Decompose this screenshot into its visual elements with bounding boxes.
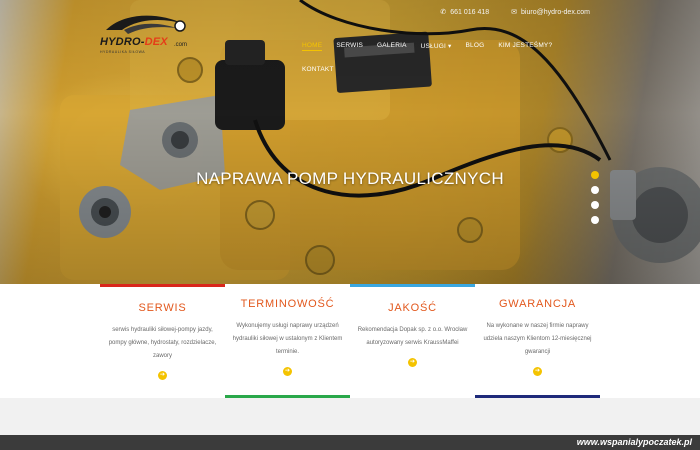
hero-slider: ✆ 661 016 418 ✉ biuro@hydro-dex.com HYDRO-… <box>0 0 700 284</box>
feature-title: SERWIS <box>138 302 187 314</box>
logo-wordmark: HYDRO-DEX <box>100 36 168 48</box>
nav-item-uslugi[interactable]: USŁUGI ▾ <box>421 42 452 51</box>
footer-bar: www.wspanialypoczatek.pl <box>0 435 700 450</box>
nav-item-serwis[interactable]: SERWIS <box>336 42 363 51</box>
nav-item-blog[interactable]: BLOG <box>466 42 485 51</box>
site-logo[interactable]: HYDRO-DEX .com HYDRAULIKA SIŁOWA <box>100 12 192 54</box>
nav-item-galeria[interactable]: GALERIA <box>377 42 407 51</box>
chevron-down-icon: ▾ <box>448 43 452 50</box>
feature-accent-bar <box>100 284 225 287</box>
slider-dot-1[interactable] <box>591 171 599 179</box>
logo-subtitle: HYDRAULIKA SIŁOWA <box>100 50 146 54</box>
logo-name-part1: HYDRO- <box>100 36 145 48</box>
arrow-right-icon[interactable]: ➔ <box>533 367 542 376</box>
feature-card-gwarancja: GWARANCJA Na wykonane w naszej firmie na… <box>475 284 600 398</box>
phone-number: 661 016 418 <box>450 9 490 16</box>
feature-text: serwis hydrauliki siłowej-pompy jazdy, p… <box>108 327 217 359</box>
feature-title: JAKOŚĆ <box>388 302 437 314</box>
slider-dot-3[interactable] <box>591 201 599 209</box>
feature-card-serwis: SERWIS serwis hydrauliki siłowej-pompy j… <box>100 284 225 398</box>
nav-item-kim-jestesmy[interactable]: KIM JESTEŚMY? <box>498 42 552 51</box>
email-address: biuro@hydro-dex.com <box>521 9 590 16</box>
main-navigation: HOME SERWIS GALERIA USŁUGI ▾ BLOG KIM JE… <box>302 42 572 73</box>
feature-card-terminowosc: TERMINOWOŚĆ Wykonujemy usługi naprawy ur… <box>225 284 350 398</box>
slider-pagination <box>591 171 599 224</box>
watermark-text: www.wspanialypoczatek.pl <box>576 437 692 447</box>
feature-title: TERMINOWOŚĆ <box>240 298 335 310</box>
arrow-right-icon[interactable]: ➔ <box>283 367 292 376</box>
logo-name-part2: DEX <box>144 36 168 48</box>
phone-icon: ✆ <box>440 9 447 16</box>
logo-domain: .com <box>174 42 188 48</box>
slider-dot-2[interactable] <box>591 186 599 194</box>
features-section: SERWIS serwis hydrauliki siłowej-pompy j… <box>0 284 700 398</box>
nav-item-kontakt[interactable]: KONTAKT <box>302 66 334 73</box>
phone-contact[interactable]: ✆ 661 016 418 <box>440 8 489 16</box>
slider-dot-4[interactable] <box>591 216 599 224</box>
content-spacer <box>0 398 700 435</box>
nav-item-uslugi-label: USŁUGI <box>420 43 447 50</box>
arrow-right-icon[interactable]: ➔ <box>408 358 417 367</box>
top-contact-bar: ✆ 661 016 418 ✉ biuro@hydro-dex.com <box>440 8 590 16</box>
feature-text: Wykonujemy usługi naprawy urządzeń hydra… <box>232 323 343 355</box>
email-contact[interactable]: ✉ biuro@hydro-dex.com <box>511 8 590 16</box>
feature-accent-bar <box>350 284 475 287</box>
feature-text: Na wykonane w naszej firmie naprawy udzi… <box>483 323 592 355</box>
page: ✆ 661 016 418 ✉ biuro@hydro-dex.com HYDRO-… <box>0 0 700 450</box>
feature-text: Rekomendacja Dopak sp. z o.o. Wrocław au… <box>357 327 468 346</box>
nav-item-home[interactable]: HOME <box>302 42 323 51</box>
feature-title: GWARANCJA <box>498 298 577 310</box>
arrow-right-icon[interactable]: ➔ <box>158 371 167 380</box>
feature-card-jakosc: JAKOŚĆ Rekomendacja Dopak sp. z o.o. Wro… <box>350 284 475 398</box>
envelope-icon: ✉ <box>511 9 518 16</box>
